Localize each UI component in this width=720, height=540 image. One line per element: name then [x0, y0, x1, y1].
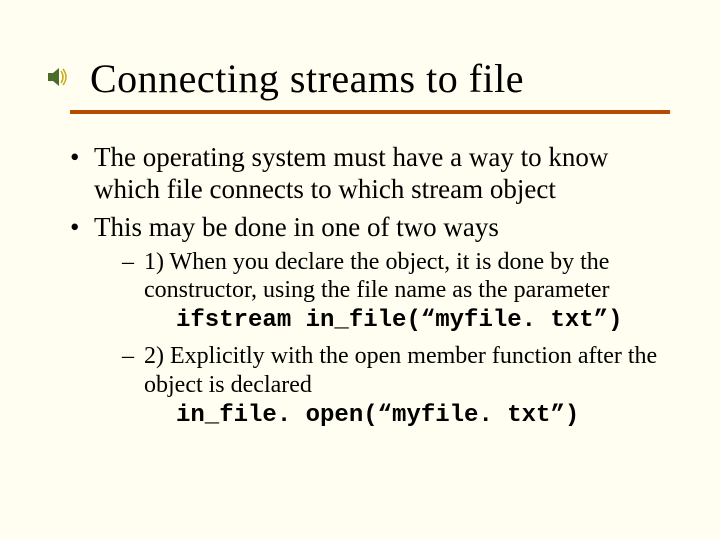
- slide: Connecting streams to file The operating…: [0, 0, 720, 540]
- bullet-text: The operating system must have a way to …: [94, 142, 608, 204]
- bullet-item: This may be done in one of two ways 1) W…: [68, 212, 670, 431]
- bullet-text: This may be done in one of two ways: [94, 212, 499, 242]
- sub-bullet-text: 2) Explicitly with the open member funct…: [144, 343, 657, 398]
- sub-bullet-text: 1) When you declare the object, it is do…: [144, 249, 610, 304]
- sub-bullet-list: 1) When you declare the object, it is do…: [122, 248, 670, 431]
- bullet-list: The operating system must have a way to …: [68, 142, 670, 430]
- code-snippet: ifstream in_file(“myfile. txt”): [176, 307, 670, 336]
- title-divider: [70, 110, 670, 114]
- sub-bullet-item: 2) Explicitly with the open member funct…: [122, 342, 670, 430]
- sound-icon: [48, 68, 70, 86]
- slide-title: Connecting streams to file: [90, 55, 670, 102]
- code-snippet: in_file. open(“myfile. txt”): [176, 402, 670, 431]
- bullet-item: The operating system must have a way to …: [68, 142, 670, 206]
- sub-bullet-item: 1) When you declare the object, it is do…: [122, 248, 670, 336]
